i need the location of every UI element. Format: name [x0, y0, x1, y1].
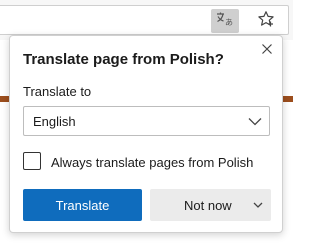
- target-language-select[interactable]: English: [23, 106, 270, 136]
- address-bar[interactable]: [0, 5, 289, 35]
- translate-button[interactable]: あ: [211, 9, 239, 33]
- browser-toolbar: あ: [0, 0, 293, 40]
- always-translate-label: Always translate pages from Polish: [51, 155, 254, 170]
- chevron-down-icon: [248, 115, 262, 127]
- close-icon: [261, 42, 273, 60]
- close-button[interactable]: [259, 43, 275, 59]
- translate-icon: あ: [216, 11, 234, 32]
- star-icon: [257, 10, 275, 33]
- chevron-down-icon[interactable]: [253, 200, 263, 210]
- not-now-button[interactable]: Not now: [150, 189, 271, 221]
- not-now-label: Not now: [184, 198, 232, 213]
- translate-popup: Translate page from Polish? Translate to…: [9, 35, 283, 233]
- svg-text:あ: あ: [225, 18, 233, 27]
- always-translate-checkbox[interactable]: [23, 152, 41, 170]
- translate-to-label: Translate to: [23, 84, 92, 99]
- translate-action-button[interactable]: Translate: [23, 189, 142, 221]
- favorite-button[interactable]: [252, 8, 280, 34]
- target-language-value: English: [33, 114, 76, 129]
- browser-window: あ Translate page from Polish? Translate …: [0, 0, 293, 243]
- popup-title: Translate page from Polish?: [23, 51, 224, 68]
